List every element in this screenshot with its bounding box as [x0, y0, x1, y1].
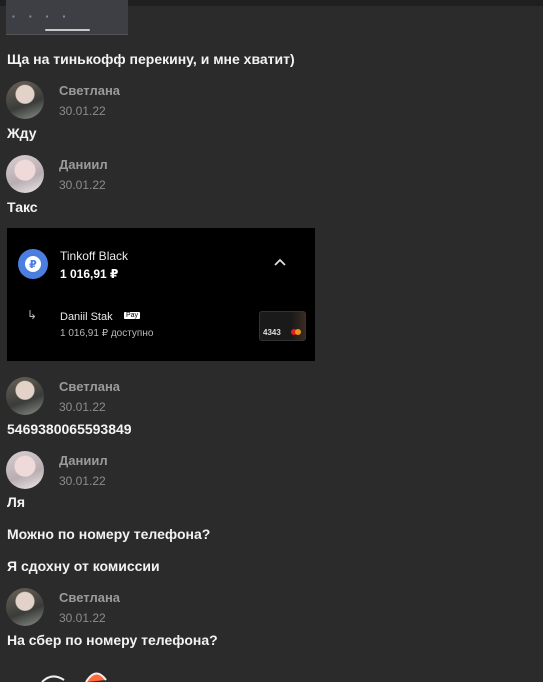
message-date: 30.01.22	[59, 474, 106, 488]
ruble-coin-icon: ₽	[18, 249, 48, 279]
message-text: Ля	[7, 494, 25, 510]
image-attachment-thumbnail[interactable]: ▪▪▪▪	[6, 0, 128, 35]
message-text: Такс	[7, 199, 38, 215]
avatar[interactable]	[6, 377, 44, 415]
card-thumbnail: 4343	[259, 311, 306, 341]
message-header: Даниил 30.01.22	[6, 451, 206, 493]
sender-name[interactable]: Даниил	[59, 157, 108, 172]
avatar[interactable]	[6, 451, 44, 489]
message-header: Даниил 30.01.22	[6, 155, 206, 197]
thumbnail-icons: ▪▪▪▪	[12, 12, 80, 21]
sender-name[interactable]: Светлана	[59, 83, 120, 98]
message-header: Светлана 30.01.22	[6, 588, 206, 630]
sender-name[interactable]: Светлана	[59, 379, 120, 394]
message-text: Я сдохну от комиссии	[7, 558, 160, 574]
account-balance: 1 016,91 ₽	[60, 267, 119, 281]
message-text: Ща на тинькофф перекину, и мне хватит)	[7, 51, 295, 67]
account-name: Tinkoff Black	[60, 249, 129, 263]
chevron-up-icon	[273, 255, 287, 270]
sender-name[interactable]: Светлана	[59, 590, 120, 605]
card-last-digits: 4343	[263, 328, 281, 337]
bank-card-screenshot[interactable]: ₽ Tinkoff Black 1 016,91 ₽ ↳ Daniil Stak…	[7, 228, 315, 361]
message-text: На сбер по номеру телефона?	[7, 632, 218, 648]
card-holder: Daniil Stak	[60, 311, 113, 323]
avatar[interactable]	[6, 155, 44, 193]
apple-pay-badge: Pay	[124, 312, 141, 319]
message-date: 30.01.22	[59, 611, 106, 625]
message-header: Светлана 30.01.22	[6, 377, 206, 419]
thumbnail-handle	[45, 29, 90, 31]
message-text: Можно по номеру телефона?	[7, 526, 211, 542]
sender-name[interactable]: Даниил	[59, 453, 108, 468]
ruble-glyph: ₽	[25, 256, 41, 272]
message-text: Жду	[7, 125, 37, 141]
message-date: 30.01.22	[59, 104, 106, 118]
return-arrow-icon: ↳	[27, 308, 38, 322]
message-header: Светлана 30.01.22	[6, 81, 206, 123]
mastercard-icon	[291, 329, 301, 335]
avatar[interactable]	[6, 588, 44, 626]
avatar[interactable]	[6, 81, 44, 119]
available-balance: 1 016,91 ₽ доступно	[60, 328, 154, 339]
message-date: 30.01.22	[59, 178, 106, 192]
message-text: 5469380065593849	[7, 421, 132, 437]
message-date: 30.01.22	[59, 400, 106, 414]
